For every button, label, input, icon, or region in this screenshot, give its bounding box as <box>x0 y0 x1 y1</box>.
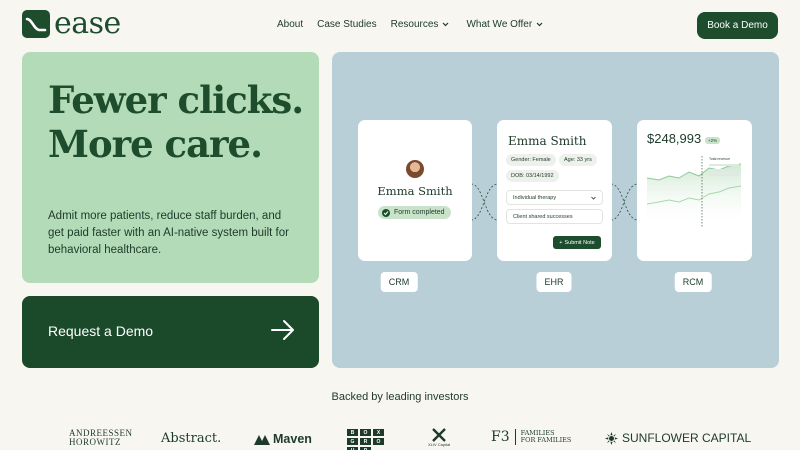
avatar <box>406 160 424 178</box>
investor-logo-maven: Maven <box>254 432 312 446</box>
investor-logo-abstract: Abstract. <box>161 431 222 446</box>
therapy-select: Individual therapy <box>506 190 603 205</box>
dob-chip: DOB: 03/14/1992 <box>506 170 559 182</box>
boxgroup-letter: B <box>347 429 358 436</box>
nav-resources[interactable]: Resources <box>391 19 450 30</box>
nav-about-label: About <box>277 19 304 30</box>
maven-label: Maven <box>273 432 312 446</box>
rcm-card: $248,993 +2% Total revenue <box>637 120 752 261</box>
hero-title-line2: More care. <box>48 122 263 166</box>
investor-logo-xliv: XLIV Capital <box>428 428 450 447</box>
boxgroup-letter: G <box>347 438 358 445</box>
nav-what-we-offer[interactable]: What We Offer <box>466 19 543 30</box>
arrow-right-icon <box>271 320 294 340</box>
xliv-label: XLIV Capital <box>428 442 451 447</box>
boxgroup-letter: R <box>360 438 371 445</box>
nav-case-studies-label: Case Studies <box>317 19 377 30</box>
investor-logo-sunflower: SUNFLOWER CAPITAL <box>605 431 751 445</box>
sunflower-icon <box>605 431 618 445</box>
status-badge: Form completed <box>378 206 451 219</box>
logo-mark-icon <box>22 10 50 38</box>
therapy-select-label: Individual therapy <box>513 194 557 201</box>
nav-what-we-offer-label: What We Offer <box>466 19 533 30</box>
nav-resources-label: Resources <box>390 19 439 30</box>
f3-line2: FOR FAMILIES <box>520 436 572 444</box>
crm-patient-name: Emma Smith <box>377 184 453 198</box>
status-badge-label: Form completed <box>394 209 445 216</box>
chevron-down-icon <box>591 196 596 200</box>
note-field: Client shared successes <box>506 209 603 224</box>
revenue-chart: Total revenue <box>647 156 742 228</box>
product-illustration-panel: Emma Smith Form completed Emma Smith Gen… <box>332 52 779 368</box>
connector-crm-ehr <box>470 183 499 221</box>
top-nav: ease About Case Studies Resources What W… <box>0 0 800 50</box>
investor-logo-a16z: ANDREESSEN HOROWITZ <box>69 429 133 447</box>
f3-text: FAMILIES FOR FAMILIES <box>520 429 572 445</box>
sunflower-label: SUNFLOWER CAPITAL <box>622 431 752 445</box>
nav-links: About Case Studies Resources What We Off… <box>277 19 543 30</box>
ehr-card: Emma Smith Gender: Female Age: 33 yrs DO… <box>497 120 612 261</box>
crm-card: Emma Smith Form completed <box>358 120 472 261</box>
hero-title: Fewer clicks. More care. <box>48 78 304 166</box>
plus-icon: + <box>559 239 563 246</box>
chevron-down-icon <box>443 22 449 27</box>
hero-title-line1: Fewer clicks. <box>48 78 304 122</box>
f3-mark: F3 <box>491 429 510 445</box>
nav-about[interactable]: About <box>277 19 303 30</box>
rcm-change-badge: +2% <box>705 137 721 144</box>
boxgroup-letter: O <box>373 438 384 445</box>
connector-ehr-rcm <box>610 183 639 221</box>
submit-note-label: Submit Note <box>564 239 595 246</box>
book-demo-button[interactable]: Book a Demo <box>697 12 778 39</box>
check-icon <box>382 208 390 217</box>
boxgroup-letter: O <box>360 429 371 436</box>
investor-logo-boxgroup: B O X G R O U P <box>347 429 384 450</box>
request-demo-label: Request a Demo <box>48 323 154 339</box>
brand-logo[interactable]: ease <box>22 6 121 41</box>
chevron-down-icon <box>536 22 543 27</box>
rcm-legend-title: Total revenue <box>709 157 730 161</box>
hero-subtitle: Admit more patients, reduce staff burden… <box>48 210 289 256</box>
investors-heading: Backed by leading investors <box>331 391 469 403</box>
age-chip: Age: 33 yrs <box>559 154 597 166</box>
ehr-label: EHR <box>536 272 572 292</box>
ehr-patient-name: Emma Smith <box>508 134 587 148</box>
rcm-amount: $248,993 <box>647 131 702 146</box>
submit-note-button: + Submit Note <box>553 236 601 249</box>
nav-case-studies[interactable]: Case Studies <box>317 19 376 30</box>
boxgroup-letter: X <box>373 429 384 436</box>
note-field-text: Client shared successes <box>513 213 573 220</box>
xliv-mark-icon <box>432 428 446 442</box>
maven-mark-icon <box>254 434 270 445</box>
rcm-label: RCM <box>674 272 712 292</box>
brand-name: ease <box>54 6 121 41</box>
f3-divider <box>514 429 516 445</box>
a16z-line2: HOROWITZ <box>69 437 121 447</box>
gender-chip: Gender: Female <box>506 154 556 166</box>
investor-logo-f3: F3 FAMILIES FOR FAMILIES <box>491 429 571 445</box>
crm-label: CRM <box>380 272 418 292</box>
request-demo-button[interactable]: Request a Demo <box>22 296 319 368</box>
hero-card: Fewer clicks. More care. Admit more pati… <box>22 52 319 283</box>
investor-logos: ANDREESSEN HOROWITZ Abstract. Maven B O … <box>0 425 800 450</box>
